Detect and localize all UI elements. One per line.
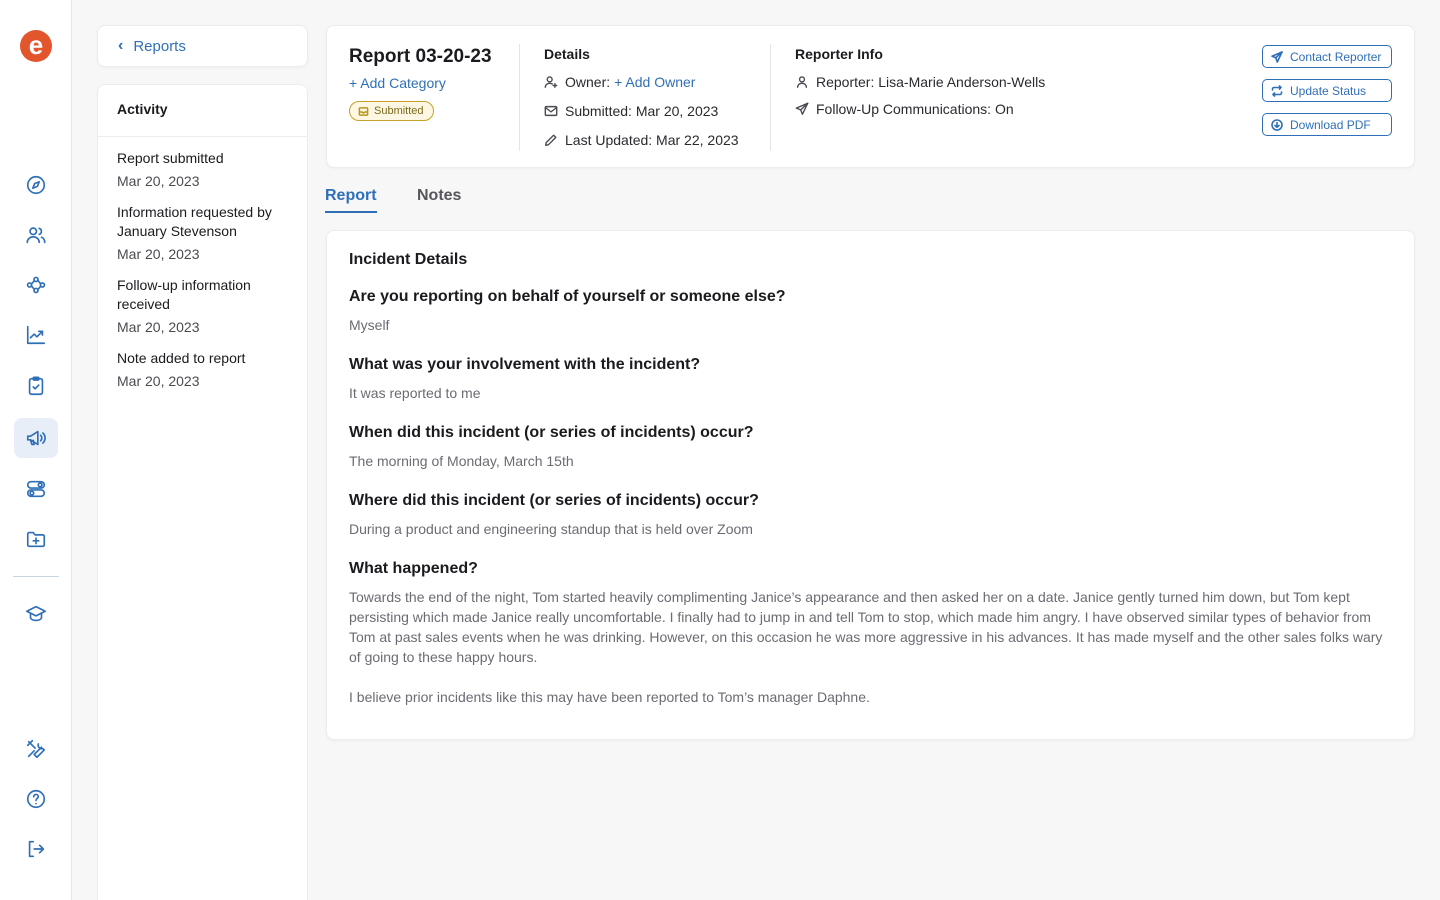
activity-item: Information requested by January Stevens… [98,203,307,264]
nav-logout-button[interactable] [14,829,58,869]
update-status-button[interactable]: Update Status [1262,79,1392,102]
back-to-reports-button[interactable]: ‹ Reports [97,25,308,67]
contact-reporter-label: Contact Reporter [1290,49,1382,64]
help-icon [26,789,46,809]
submitted-date: Submitted: Mar 20, 2023 [565,103,719,119]
download-pdf-label: Download PDF [1290,117,1371,132]
add-owner-link[interactable]: + Add Owner [614,74,695,90]
reporter-row: Reporter: Lisa-Marie Anderson-Wells [795,74,1045,90]
add-category-link[interactable]: + Add Category [349,75,446,91]
nav-tasks-button[interactable] [14,366,58,406]
updated-row: Last Updated: Mar 22, 2023 [544,132,739,148]
inbox-icon [358,106,369,116]
status-badge: Submitted [349,101,434,121]
report-header-card: Report 03-20-23 + Add Category Submitted… [326,25,1415,168]
nav-tools-button[interactable] [14,729,58,769]
repeat-icon [1271,84,1283,97]
activity-item-date: Mar 20, 2023 [117,373,200,389]
submitted-row: Submitted: Mar 20, 2023 [544,103,718,119]
brand-logo[interactable]: e [20,30,52,62]
status-badge-label: Submitted [374,105,424,117]
answer: The morning of Monday, March 15th [349,453,574,469]
owner-row: Owner: + Add Owner [544,74,695,90]
activity-item-title: Report submitted [117,150,224,166]
answer: Towards the end of the night, Tom starte… [349,589,1383,665]
mail-icon [544,105,558,117]
nav-learning-button[interactable] [14,594,58,634]
nav-help-button[interactable] [14,779,58,819]
send-icon [1271,50,1283,63]
header-divider [519,44,520,151]
logout-icon [28,840,45,858]
nav-settings-toggles-button[interactable] [14,469,58,509]
activity-title: Activity [98,85,307,137]
back-label: Reports [133,37,186,55]
owner-label: Owner: [565,74,611,90]
answer: It was reported to me [349,385,481,401]
folder-plus-icon [26,531,46,548]
nav-people-button[interactable] [14,215,58,255]
activity-item-date: Mar 20, 2023 [117,319,200,335]
incident-details-card: Incident Details Are you reporting on be… [326,230,1415,740]
send-icon [795,102,809,115]
reporter-info-title: Reporter Info [795,46,883,62]
answer-extra-paragraph: I believe prior incidents like this may … [349,689,870,705]
report-title: Report 03-20-23 [349,46,492,67]
activity-item: Note added to report Mar 20, 2023 [98,349,307,391]
nav-divider [13,576,59,577]
tools-icon [26,739,46,759]
activity-item-title: Follow-up information received [117,277,251,312]
left-nav-rail: e [0,0,72,900]
trend-chart-icon [26,325,46,345]
users-icon [26,227,46,244]
nav-workflow-button[interactable] [14,265,58,305]
activity-panel: Activity Report submitted Mar 20, 2023 I… [97,84,308,900]
activity-item-title: Note added to report [117,350,246,366]
followup-row: Follow-Up Communications: On [795,101,1014,117]
incident-details-title: Incident Details [349,251,468,268]
download-pdf-button[interactable]: Download PDF [1262,113,1392,136]
megaphone-icon [26,430,46,446]
nav-reports-button[interactable] [14,418,58,458]
tab-report[interactable]: Report [325,187,377,213]
pencil-icon [545,134,557,146]
activity-item-date: Mar 20, 2023 [117,173,200,189]
graduation-cap-icon [26,605,46,622]
activity-item: Report submitted Mar 20, 2023 [98,149,307,191]
header-divider [770,44,771,151]
compass-icon [26,175,46,195]
download-circle-icon [1271,118,1283,131]
clipboard-check-icon [28,376,44,396]
workflow-icon [26,276,46,294]
user-icon [796,76,808,88]
updated-date: Last Updated: Mar 22, 2023 [565,132,739,148]
activity-item: Follow-up information received Mar 20, 2… [98,276,307,337]
update-status-label: Update Status [1290,83,1367,98]
question: What was your involvement with the incid… [349,356,701,373]
question: Where did this incident (or series of in… [349,492,759,509]
user-plus-icon [544,76,558,88]
answer: During a product and engineering standup… [349,521,753,537]
question: What happened? [349,560,478,577]
reporter-name: Reporter: Lisa-Marie Anderson-Wells [816,74,1046,90]
chevron-left-icon: ‹ [118,37,124,54]
activity-item-date: Mar 20, 2023 [117,246,200,262]
tab-notes[interactable]: Notes [417,187,461,211]
nav-analytics-button[interactable] [14,315,58,355]
answer: Myself [349,317,390,333]
nav-explore-button[interactable] [14,165,58,205]
question: Are you reporting on behalf of yourself … [349,288,786,305]
details-title: Details [544,46,590,62]
contact-reporter-button[interactable]: Contact Reporter [1262,45,1392,68]
toggles-icon [26,480,46,498]
activity-item-title: Information requested by January Stevens… [117,204,272,239]
nav-files-button[interactable] [14,519,58,559]
question: When did this incident (or series of inc… [349,424,754,441]
followup-status: Follow-Up Communications: On [816,101,1014,117]
